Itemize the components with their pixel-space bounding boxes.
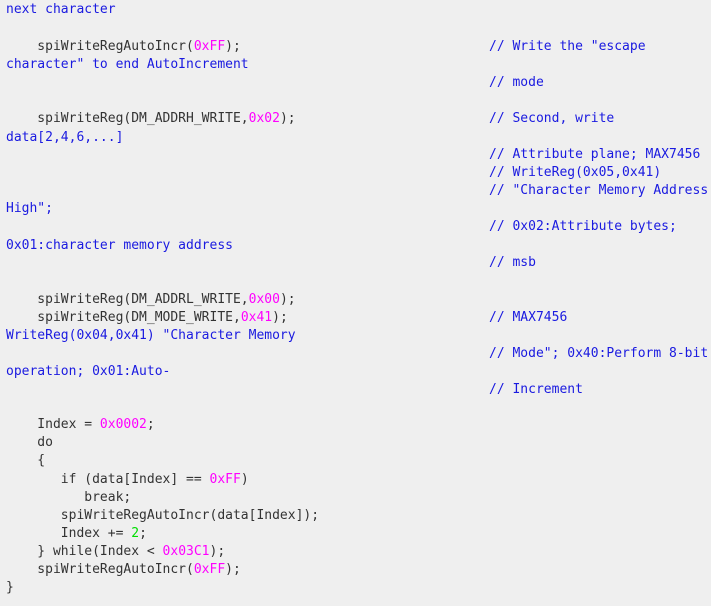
- code-text: do: [6, 435, 53, 450]
- hex-literal: 0x02: [248, 111, 280, 126]
- comment-text: // Second, write: [489, 111, 615, 126]
- hex-literal: 0x03C1: [162, 544, 210, 559]
- code-text: }: [6, 580, 14, 595]
- code-text: );: [279, 292, 296, 307]
- wrapped-comment-text: operation; 0x01:Auto-: [6, 364, 171, 379]
- code-text: ;: [146, 417, 155, 432]
- code-line: spiWriteRegAutoIncr(data[Index]);: [6, 508, 319, 524]
- hex-literal: 0xFF: [193, 562, 226, 577]
- comment-line: // MAX7456: [489, 310, 567, 326]
- code-line: break;: [6, 490, 131, 506]
- wrapped-comment-line: High";: [6, 201, 53, 217]
- code-text: Index +=: [6, 526, 132, 541]
- code-text: );: [209, 544, 226, 559]
- comment-line: // Increment: [489, 382, 583, 398]
- comment-text: // msb: [489, 255, 536, 270]
- code-line: spiWriteReg(DM_ADDRH_WRITE,0x02);: [6, 111, 296, 127]
- code-text: );: [225, 562, 241, 577]
- code-line: do: [6, 435, 53, 451]
- code-text: ;: [139, 526, 147, 541]
- comment-line: // Attribute plane; MAX7456: [489, 147, 700, 163]
- code-line: Index += 2;: [6, 526, 147, 542]
- code-text: );: [225, 39, 241, 54]
- comment-text: // MAX7456: [489, 310, 568, 325]
- comment-line: // Write the "escape: [489, 39, 646, 55]
- comment-line: // mode: [489, 75, 544, 91]
- wrapped-comment-text: WriteReg(0x04,0x41) "Character Memory: [6, 328, 296, 343]
- hex-literal: 0x00: [248, 292, 280, 307]
- hex-literal: 0x0002: [99, 417, 147, 432]
- hex-literal: 0x41: [240, 310, 273, 325]
- wrapped-comment-line: next character: [6, 2, 116, 18]
- code-text: spiWriteReg(DM_MODE_WRITE,: [6, 310, 241, 325]
- code-text: break;: [6, 490, 132, 505]
- comment-text: // Mode"; 0x40:Perform 8-bit: [489, 346, 709, 361]
- wrapped-comment-line: WriteReg(0x04,0x41) "Character Memory: [6, 328, 296, 344]
- comment-text: // Write the "escape: [489, 39, 646, 54]
- code-text: spiWriteRegAutoIncr(data[Index]);: [6, 508, 320, 523]
- comment-line: // Second, write: [489, 111, 614, 127]
- comment-line: // WriteReg(0x05,0x41): [489, 165, 661, 181]
- code-text: spiWriteReg(DM_ADDRH_WRITE,: [6, 111, 249, 126]
- wrapped-comment-text: 0x01:character memory address: [6, 238, 233, 253]
- wrapped-comment-line: character" to end AutoIncrement: [6, 57, 249, 73]
- code-line: {: [6, 453, 45, 469]
- hex-literal: 0xFF: [193, 39, 226, 54]
- code-text: );: [272, 310, 288, 325]
- code-line: spiWriteReg(DM_MODE_WRITE,0x41);: [6, 310, 288, 326]
- code-line: spiWriteReg(DM_ADDRL_WRITE,0x00);: [6, 292, 296, 308]
- code-line: if (data[Index] == 0xFF): [6, 472, 249, 488]
- comment-line: // msb: [489, 255, 536, 271]
- code-line: spiWriteRegAutoIncr(0xFF);: [6, 562, 241, 578]
- comment-text: // Attribute plane; MAX7456: [489, 147, 701, 162]
- wrapped-comment-text: High";: [6, 201, 53, 216]
- code-line: Index = 0x0002;: [6, 417, 155, 433]
- wrapped-comment-text: character" to end AutoIncrement: [6, 57, 249, 72]
- wrapped-comment-text: data[2,4,6,...]: [6, 130, 124, 145]
- code-text: Index =: [6, 417, 100, 432]
- code-text: {: [6, 453, 46, 468]
- wrapped-comment-text: next character: [6, 2, 116, 17]
- code-line: }: [6, 580, 14, 596]
- decimal-literal: 2: [131, 526, 140, 541]
- comment-text: // WriteReg(0x05,0x41): [489, 165, 662, 180]
- hex-literal: 0xFF: [209, 472, 241, 487]
- code-text: spiWriteRegAutoIncr(: [6, 562, 194, 577]
- code-text: if (data[Index] ==: [6, 472, 210, 487]
- comment-line: // 0x02:Attribute bytes;: [489, 219, 677, 235]
- code-text: );: [279, 111, 296, 126]
- comment-text: // Increment: [489, 382, 583, 397]
- code-text: } while(Index <: [6, 544, 163, 559]
- code-text: spiWriteRegAutoIncr(: [6, 39, 194, 54]
- wrapped-comment-line: operation; 0x01:Auto-: [6, 364, 170, 380]
- comment-text: // mode: [489, 75, 544, 90]
- comment-text: // 0x02:Attribute bytes;: [489, 219, 677, 234]
- wrapped-comment-line: 0x01:character memory address: [6, 238, 233, 254]
- comment-text: // "Character Memory Address: [489, 183, 709, 198]
- wrapped-comment-line: data[2,4,6,...]: [6, 130, 123, 146]
- code-listing-page: next character spiWriteRegAutoIncr(0xFF)…: [0, 0, 711, 606]
- code-text: spiWriteReg(DM_ADDRL_WRITE,: [6, 292, 249, 307]
- code-line: spiWriteRegAutoIncr(0xFF);: [6, 39, 241, 55]
- code-text: ): [240, 472, 249, 487]
- comment-line: // Mode"; 0x40:Perform 8-bit: [489, 346, 708, 362]
- code-line: } while(Index < 0x03C1);: [6, 544, 225, 560]
- comment-line: // "Character Memory Address: [489, 183, 708, 199]
